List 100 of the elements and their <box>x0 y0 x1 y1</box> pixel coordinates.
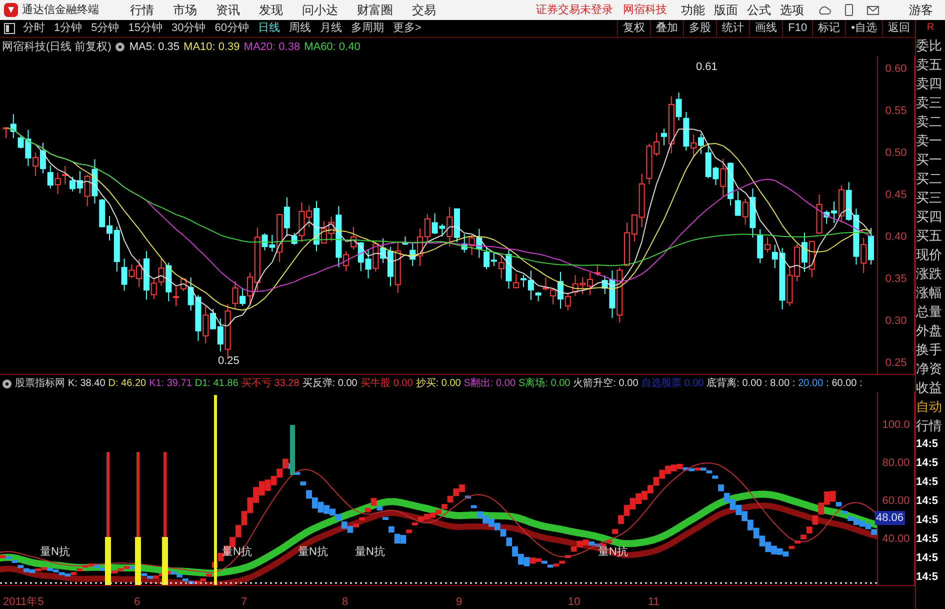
price-tick: 0.60 <box>885 62 907 76</box>
period-tab[interactable]: 日线 <box>258 20 280 37</box>
toolbar-button[interactable]: 画线 <box>749 20 782 37</box>
price-tick: 0.50 <box>885 146 907 160</box>
app-title: 通达信金融终端 <box>22 2 100 18</box>
price-tick: 0.30 <box>885 314 907 328</box>
menu-item[interactable]: 财富圈 <box>357 1 393 19</box>
indicator-value: 火箭升空: 0.00 <box>573 376 638 391</box>
menu-item[interactable]: 市场 <box>173 1 197 19</box>
quote-field-label: 委比 <box>916 37 943 55</box>
price-tick: 0.40 <box>885 230 907 244</box>
quote-field-label: 涨幅 <box>916 284 943 302</box>
quote-field-label: 买三 <box>916 189 943 207</box>
indicator-value: K1: 39.71 <box>149 377 192 391</box>
indicator-value: 底背离: 0.00 : 8.00 : <box>706 376 796 391</box>
indicator-tick: 100.0 <box>882 418 910 432</box>
price-tick: 0.45 <box>885 188 907 202</box>
low-price-label: 0.25 <box>218 354 240 369</box>
period-tab[interactable]: 分时 <box>23 20 45 37</box>
menu-item[interactable]: 选项 <box>780 1 804 19</box>
period-tab[interactable]: 月线 <box>320 20 342 37</box>
indicator-value: MA10: 0.39 <box>184 40 240 55</box>
indicator-value: 自选股票 <box>641 376 682 391</box>
toolbar-button[interactable]: 多股 <box>683 20 716 37</box>
menu-item[interactable]: 发现 <box>259 1 283 19</box>
user-label[interactable]: 游客 <box>909 1 933 19</box>
date-tick: 11 <box>648 595 660 609</box>
indicator-value: 0.00 <box>684 377 704 391</box>
indicator-tick: 40.00 <box>882 532 910 546</box>
menu-item[interactable]: 资讯 <box>216 1 240 19</box>
toolbar-button[interactable]: 标记 <box>812 20 846 37</box>
period-tab[interactable]: 1分钟 <box>54 20 82 37</box>
period-tab[interactable]: 15分钟 <box>128 20 162 37</box>
toolbar-button[interactable]: 叠加 <box>650 20 684 37</box>
toolbar-button[interactable]: 返回 <box>882 20 915 37</box>
quote-field-label: 换手 <box>916 341 943 359</box>
indicator-value: 买不亏 <box>241 377 272 391</box>
toolbar-button[interactable]: •自选 <box>845 20 882 37</box>
menu-item[interactable]: 问小达 <box>302 1 338 19</box>
indicator-value: S翻出: 0.00 <box>464 376 516 391</box>
chart-label: 量N抗 <box>355 546 385 558</box>
toolbar-button[interactable]: 复权 <box>617 20 650 37</box>
alert-link[interactable]: 网宿科技 <box>623 2 667 18</box>
menu-item[interactable]: 交易 <box>412 1 436 19</box>
period-tab[interactable]: 周线 <box>289 20 311 37</box>
mode-label[interactable]: 自动 <box>916 397 945 416</box>
indicator-value: MA20: 0.38 <box>244 40 300 55</box>
trade-time: 14:5 <box>916 494 940 509</box>
quote-field-label: 卖五 <box>916 56 943 74</box>
indicator-value: MA5: 0.35 <box>129 40 180 55</box>
menu-item[interactable]: 功能 <box>681 1 705 19</box>
mode-label[interactable]: 行情 <box>916 416 945 435</box>
date-tick: 8 <box>342 595 348 609</box>
settings-icon[interactable] <box>115 42 126 52</box>
cloud-icon[interactable] <box>818 4 831 16</box>
date-tick: 7 <box>241 595 248 609</box>
quote-field-label: 净资 <box>916 360 943 378</box>
menu-item[interactable]: 版面 <box>714 1 738 19</box>
alert-link[interactable]: 证券交易未登录 <box>536 2 613 18</box>
quote-field-label: 总量 <box>916 303 943 321</box>
indicator-value: : 60.00 : <box>826 377 862 391</box>
period-tab[interactable]: 5分钟 <box>91 20 120 37</box>
period-tab[interactable]: 60分钟 <box>214 20 249 37</box>
toolbar-button[interactable]: F10 <box>782 20 812 37</box>
price-tick: 0.35 <box>885 272 907 286</box>
trade-time: 14:5 <box>916 532 940 547</box>
indicator-value: D1: 41.86 <box>194 377 238 391</box>
indicator-value: K: 38.40 <box>68 377 106 391</box>
menu-item[interactable]: 行情 <box>130 1 154 19</box>
period-tab[interactable]: 多周期 <box>351 20 384 37</box>
quote-field-label: 现价 <box>916 246 943 264</box>
indicator-value: S离场: 0.00 <box>518 376 570 391</box>
period-tab[interactable]: 更多> <box>393 20 422 37</box>
trade-time: 14:5 <box>916 551 940 566</box>
indicator-value: 0.00 <box>393 377 413 391</box>
panel-header: R <box>926 21 936 35</box>
toolbar-button[interactable]: 统计 <box>716 20 750 37</box>
quote-field-label: 卖一 <box>916 132 943 150</box>
quote-field-label: 卖二 <box>916 113 943 131</box>
date-tick: 9 <box>456 595 462 609</box>
quote-field-label: 外盘 <box>916 322 943 340</box>
indicator-tick: 60.00 <box>882 494 910 508</box>
settings-icon[interactable] <box>2 378 12 388</box>
logo-icon <box>4 3 18 17</box>
period-tab[interactable]: 30分钟 <box>172 20 206 37</box>
quote-field-label: 买四 <box>916 208 943 226</box>
quote-field-label: 买二 <box>916 170 943 188</box>
trade-time: 14:5 <box>916 456 940 471</box>
panel-toggle-icon[interactable] <box>4 23 15 34</box>
phone-icon[interactable] <box>845 4 853 16</box>
quote-field-label: 买五 <box>916 227 943 245</box>
quote-field-label: 买一 <box>916 151 943 169</box>
current-value-badge: 48.06 <box>875 511 905 525</box>
indicator-value: 买反弹: 0.00 <box>302 376 358 391</box>
mail-icon[interactable] <box>867 6 879 14</box>
high-price-label: 0.61 <box>696 60 718 75</box>
indicator-value: 33.28 <box>274 377 300 391</box>
stock-title: 网宿科技(日线 前复权) <box>2 40 112 55</box>
indicator-value: 抄买: 0.00 <box>416 376 461 391</box>
menu-item[interactable]: 公式 <box>747 1 771 19</box>
